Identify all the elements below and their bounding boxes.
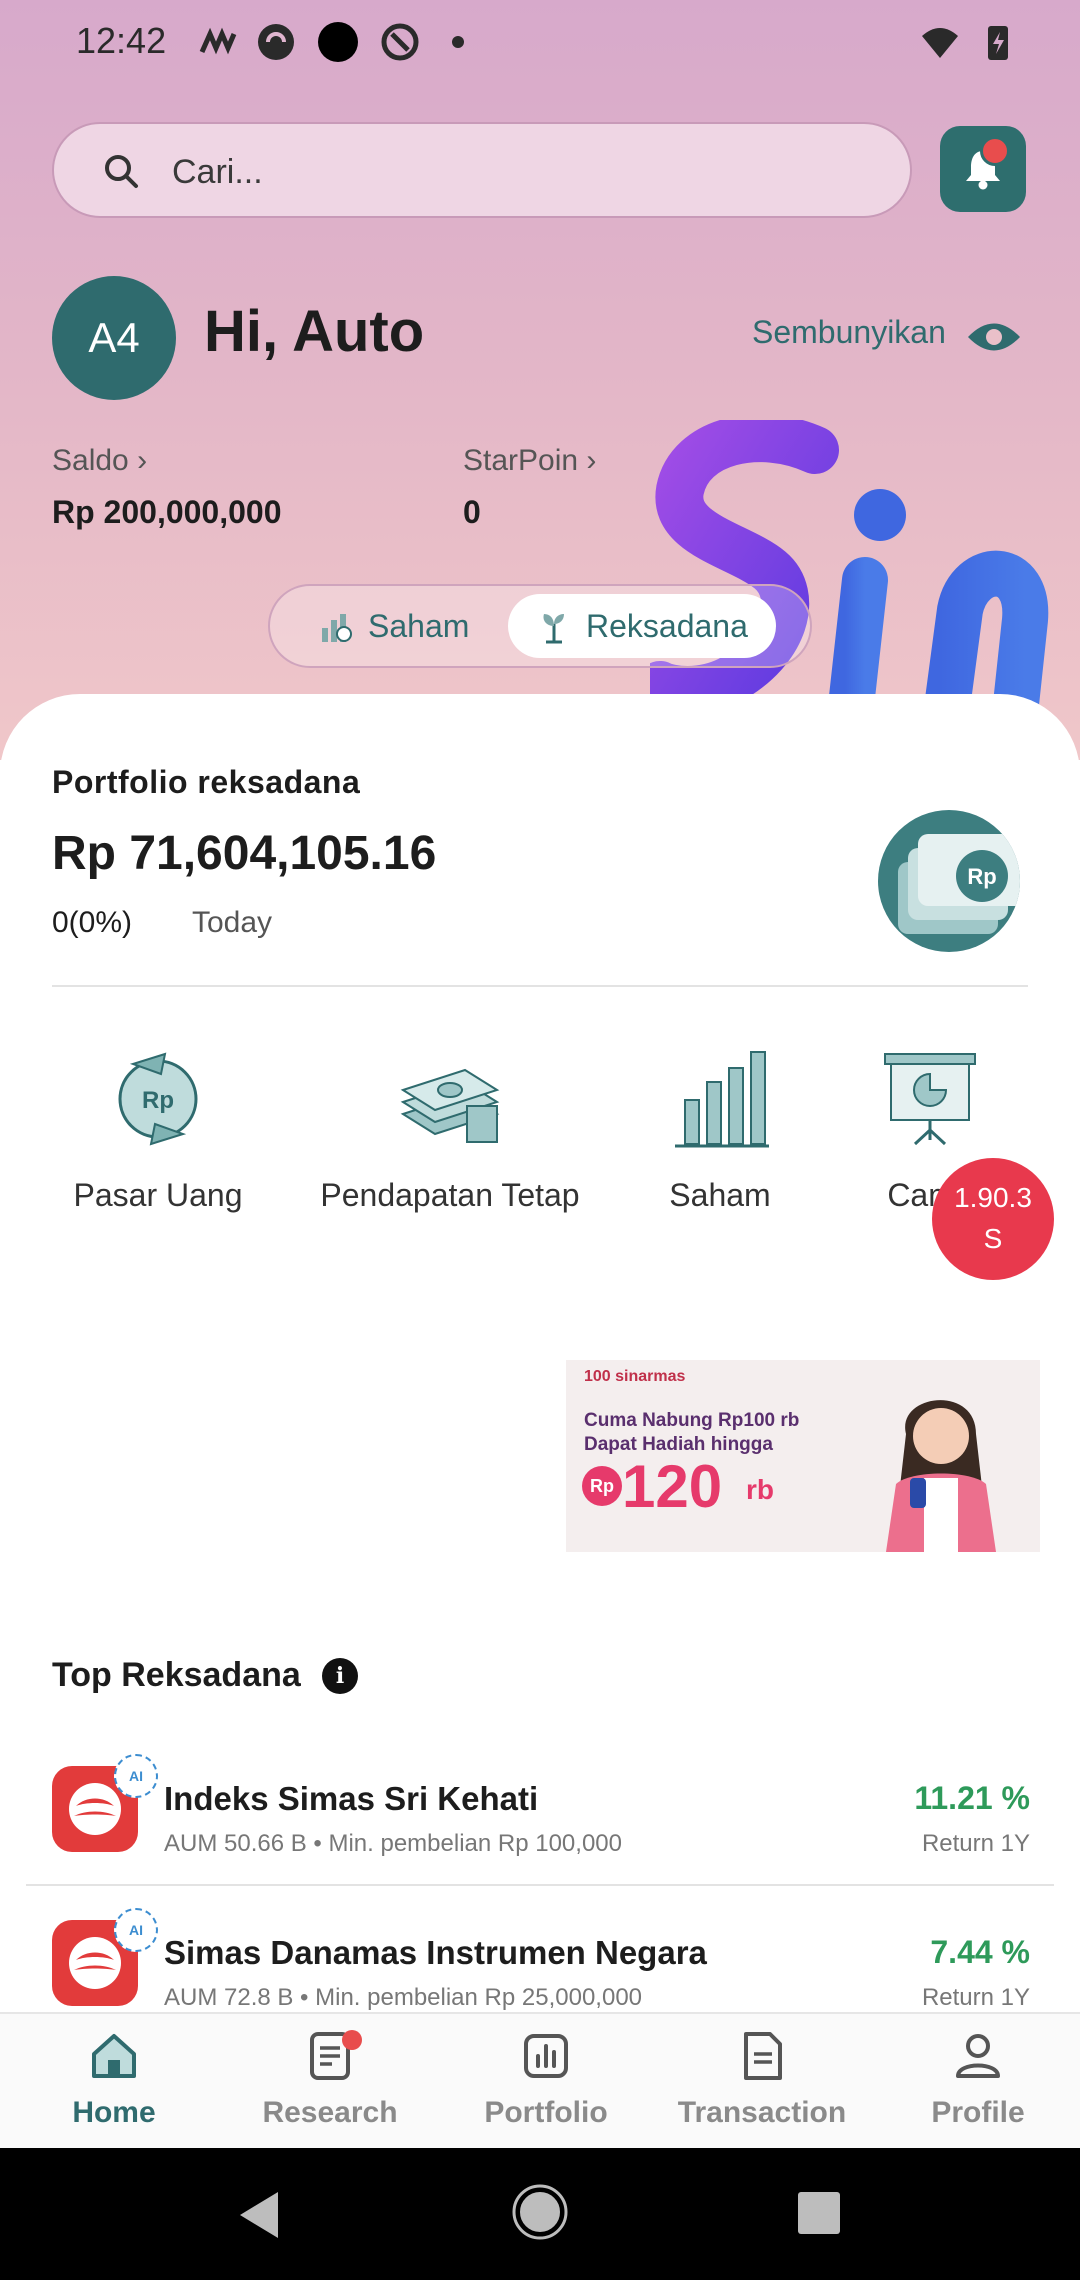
search-icon [105,155,138,188]
category-pasar-uang[interactable]: Rp Pasar Uang [68,1044,248,1214]
banner-rp: Rp [582,1466,622,1506]
blocked-app-icon [381,23,419,61]
tab-reksadana[interactable]: Reksadana [508,594,776,658]
bar-chart-icon [675,1051,769,1148]
category-label: Pendapatan Tetap [320,1177,580,1213]
portfolio-value: Rp 71,604,105.16 [52,827,437,880]
category-label: Pasar Uang [73,1177,243,1213]
home-button-icon[interactable] [512,2184,568,2240]
banner-amount: 120 [622,1453,723,1520]
fund-name: Indeks Simas Sri Kehati [164,1780,539,1817]
fund-meta: AUM 72.8 B • Min. pembelian Rp 25,000,00… [164,1984,643,2011]
nav-research[interactable]: Research [230,2028,430,2130]
chevron-right-icon: › [137,444,148,477]
hide-balance-button[interactable]: Sembunyikan [752,314,946,351]
banner-brand: 100 sinarmas [584,1368,686,1385]
nav-label: Portfolio [484,2096,608,2129]
sync-app-icon [258,24,294,60]
wallet-icon: Rp [898,834,1020,934]
more-notifications-dot-icon [452,36,464,48]
tab-saham[interactable]: Saham [290,594,497,658]
badge-line2: S [983,1223,1003,1254]
tab-reksadana-label: Reksadana [586,607,748,644]
home-icon [92,2034,136,2078]
notifications-button[interactable] [940,126,1026,212]
plant-icon [543,614,564,644]
wifi-icon [922,28,958,58]
portfolio-period: Today [192,906,273,939]
presentation-icon [884,1053,976,1146]
research-badge [342,2030,362,2050]
fund-name: Simas Danamas Instrumen Negara [164,1934,707,1971]
promo-banner[interactable]: 100 sinarmas Cuma Nabung Rp100 rb Dapat … [566,1360,1040,1552]
user-icon [956,2034,1000,2078]
notification-app-icon [199,27,237,55]
bottom-navigation: Home Research Portfolio Transaction Prof… [0,2012,1080,2148]
portfolio-title: Portfolio reksadana [52,764,361,800]
recents-icon[interactable] [796,2190,842,2236]
fund-row[interactable]: AI Indeks Simas Sri Kehati AUM 50.66 B •… [0,1750,1080,1900]
banner-unit: rb [746,1474,774,1505]
search-bar[interactable] [52,122,912,218]
nav-label: Home [72,2096,156,2129]
status-time: 12:42 [76,20,167,61]
back-icon[interactable] [234,2188,284,2242]
wallet-rp-label: Rp [967,864,996,889]
fund-return-label: Return 1Y [921,1830,1030,1857]
starpoin-label[interactable]: StarPoin › [463,444,596,478]
chevron-right-icon: › [586,444,597,477]
starpoin-value: 0 [463,494,481,530]
saldo-value: Rp 200,000,000 [52,494,282,530]
fund-meta: AUM 50.66 B • Min. pembelian Rp 100,000 [164,1830,622,1857]
fund-return-label: Return 1Y [921,1984,1030,2011]
category-saham[interactable]: Saham [648,1044,792,1214]
battery-icon [988,26,1008,60]
notification-badge [980,136,1010,166]
eye-icon[interactable] [966,318,1022,356]
portfolio-divider [52,985,1028,987]
banner-line1: Cuma Nabung Rp100 rb [584,1410,800,1431]
nav-label: Profile [931,2096,1025,2129]
system-navigation-bar [0,2148,1080,2280]
saldo-label[interactable]: Saldo › [52,444,147,478]
stock-chart-icon [322,614,352,642]
info-icon[interactable]: i [322,1658,358,1694]
money-stack-icon [400,1068,500,1143]
ai-badge: AI [114,1754,158,1798]
svg-text:Rp: Rp [142,1087,174,1114]
portfolio-wallet-illustration[interactable]: Rp [878,810,1020,952]
nav-portfolio[interactable]: Portfolio [446,2028,646,2130]
nav-transaction[interactable]: Transaction [662,2028,862,2130]
tab-saham-label: Saham [368,607,470,644]
greeting: Hi, Auto [204,299,425,364]
nav-label: Research [262,2096,398,2129]
avatar[interactable]: A4 [52,276,176,400]
category-label: Saham [669,1177,771,1213]
category-pendapatan-tetap[interactable]: Pendapatan Tetap [308,1044,592,1214]
asset-type-toggle: Saham Reksadana [268,584,812,668]
fund-return: 11.21 % [914,1780,1030,1816]
nav-home[interactable]: Home [14,2028,214,2130]
nav-profile[interactable]: Profile [878,2028,1078,2130]
money-market-icon: Rp [118,1052,198,1146]
fund-divider [26,1884,1054,1886]
status-bar: 12:42 [0,0,1080,86]
record-app-icon [318,22,358,62]
portfolio-chart-icon [524,2034,568,2078]
receipt-icon [744,2032,782,2080]
ai-badge: AI [114,1908,158,1952]
portfolio-change: 0(0%) [52,906,133,939]
nav-label: Transaction [677,2096,847,2129]
banner-woman-illustration [886,1400,996,1552]
badge-line1: 1.90.3 [954,1182,1032,1214]
app-version-badge[interactable]: 1.90.3 S [932,1158,1054,1280]
top-reksadana-title: Top Reksadana [52,1656,301,1694]
search-input[interactable] [172,142,872,202]
fund-return: 7.44 % [930,1934,1030,1970]
